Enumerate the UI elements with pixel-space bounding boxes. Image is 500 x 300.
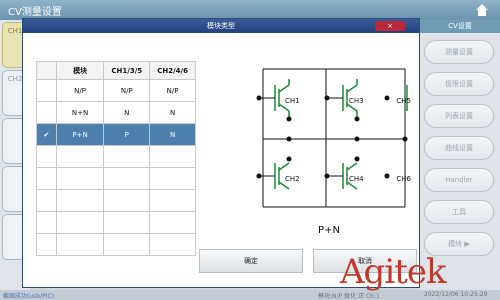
row-ch135: [103, 167, 151, 190]
row-module: [55, 167, 105, 190]
row-module: N+N: [55, 101, 105, 124]
row-check-mark: ✔: [36, 123, 57, 146]
label-ch1: CH1: [285, 97, 300, 105]
row-module: N/P: [55, 79, 105, 102]
close-button[interactable]: ×: [375, 21, 405, 31]
row-ch135: [103, 189, 151, 212]
header-ch246: CH2/4/6: [149, 61, 196, 80]
label-ch3: CH3: [349, 97, 364, 105]
dialog-title: 模块类型: [23, 19, 419, 33]
table-row[interactable]: N/P N/P N/P: [36, 79, 196, 102]
header-check: [36, 61, 57, 80]
top-bar: CV测量设置: [0, 0, 500, 20]
row-ch246: N: [149, 123, 196, 146]
table-row[interactable]: [36, 211, 196, 234]
row-check: [36, 233, 57, 256]
app-title: CV测量设置: [8, 7, 62, 18]
table-header: 模块 CH1/3/5 CH2/4/6: [36, 61, 196, 80]
row-ch135: [103, 211, 151, 234]
table-row[interactable]: N+N N N: [36, 101, 196, 124]
status-time: 2022/12/06 10:25:29: [424, 291, 488, 298]
status-message: 截图成功(usb/PIC): [3, 293, 55, 300]
label-ch2: CH2: [285, 175, 300, 183]
tab-ch1-label: CH1: [7, 27, 23, 35]
circuit-caption: P+N: [318, 225, 340, 236]
row-check: [36, 189, 57, 212]
module-type-dialog: 模块类型 × 模块 CH1/3/5 CH2/4/6 N/P N/P N/P N+…: [22, 18, 420, 288]
status-module-info: 模块:N/P 极化:正 Ch:1: [318, 293, 380, 300]
header-ch135: CH1/3/5: [103, 61, 151, 80]
agitek-logo: Agitek: [340, 252, 447, 292]
row-ch135: [103, 233, 151, 256]
menu-tools[interactable]: 工具: [424, 200, 494, 224]
row-ch246: N: [149, 101, 196, 124]
row-check: [36, 101, 57, 124]
tab-ch2-label: CH2: [7, 75, 23, 83]
table-row-selected[interactable]: ✔ P+N P N: [36, 123, 196, 146]
row-ch135: P: [103, 123, 151, 146]
table-row[interactable]: [36, 167, 196, 190]
header-module: 模块: [55, 61, 105, 80]
menu-list-settings[interactable]: 列表设置: [424, 104, 494, 128]
row-ch246: [149, 211, 196, 234]
menu-measure-settings[interactable]: 测量设置: [424, 40, 494, 64]
row-module: [55, 189, 105, 212]
row-module: P+N: [55, 123, 105, 146]
home-icon[interactable]: [474, 2, 490, 18]
row-module: [55, 233, 105, 256]
menu-limit-settings[interactable]: 极限设置: [424, 72, 494, 96]
table-row[interactable]: [36, 189, 196, 212]
row-check: [36, 211, 57, 234]
menu-handler[interactable]: Handler: [424, 168, 494, 192]
row-ch246: [149, 233, 196, 256]
menu-curve-settings[interactable]: 曲线设置: [424, 136, 494, 160]
row-ch246: [149, 145, 196, 168]
menu-title: CV设置: [420, 20, 500, 33]
row-check: [36, 167, 57, 190]
row-module: [55, 145, 105, 168]
right-menu: CV设置 测量设置 极限设置 列表设置 曲线设置 Handler 工具 模块 ▶: [420, 20, 500, 290]
row-check: [36, 79, 57, 102]
row-ch135: N/P: [103, 79, 151, 102]
row-module: [55, 211, 105, 234]
row-check: [36, 145, 57, 168]
row-ch246: [149, 189, 196, 212]
row-ch246: N/P: [149, 79, 196, 102]
module-table: 模块 CH1/3/5 CH2/4/6 N/P N/P N/P N+N N N ✔…: [36, 61, 196, 256]
table-row[interactable]: [36, 145, 196, 168]
label-ch6: CH6: [396, 175, 411, 183]
label-ch4: CH4: [349, 175, 364, 183]
table-row[interactable]: [36, 233, 196, 256]
row-ch135: [103, 145, 151, 168]
row-ch246: [149, 167, 196, 190]
label-ch5: CH5: [396, 97, 411, 105]
row-ch135: N: [103, 101, 151, 124]
ok-button[interactable]: 确定: [199, 249, 303, 273]
igbt-circuit-diagram: CH1 CH3 CH5 CH2 CH4 CH6 P+N: [256, 68, 412, 236]
